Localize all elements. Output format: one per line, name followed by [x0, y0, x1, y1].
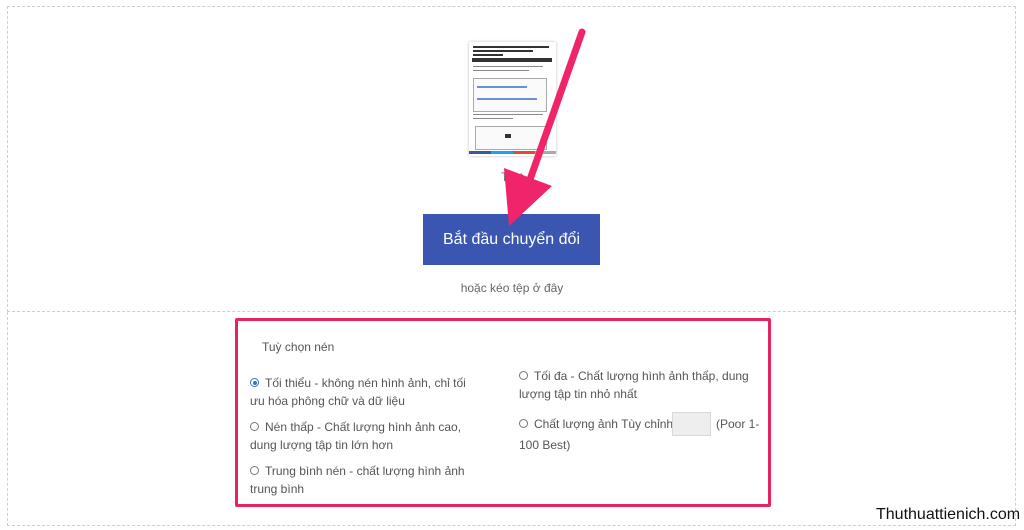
- watermark: Thuthuattienich.com: [876, 506, 1021, 523]
- pointer-arrow-icon: [504, 28, 586, 226]
